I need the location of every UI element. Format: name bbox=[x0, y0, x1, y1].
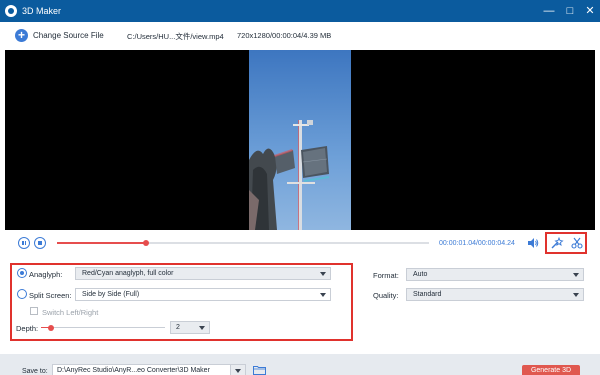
split-screen-select-value: Side by Side (Full) bbox=[82, 291, 140, 298]
anaglyph-label: Anaglyph: bbox=[29, 270, 63, 279]
scissors-icon[interactable] bbox=[570, 237, 584, 249]
folder-icon[interactable] bbox=[253, 365, 266, 375]
switch-left-right-label: Switch Left/Right bbox=[42, 308, 99, 317]
app-logo-icon bbox=[5, 5, 17, 17]
chevron-down-icon bbox=[573, 293, 579, 297]
save-path-field[interactable]: D:\AnyRec Studio\AnyR...eo Converter\3D … bbox=[52, 364, 232, 375]
anaglyph-select[interactable]: Red/Cyan anaglyph, full color bbox=[75, 267, 331, 280]
pause-icon[interactable] bbox=[18, 237, 30, 249]
depth-slider-handle[interactable] bbox=[47, 324, 54, 331]
change-source-button[interactable]: Change Source File bbox=[33, 31, 104, 40]
timeline-progress bbox=[57, 242, 147, 244]
minimize-icon[interactable]: — bbox=[541, 3, 557, 19]
quality-label: Quality: bbox=[373, 291, 399, 300]
video-preview bbox=[5, 50, 595, 230]
chevron-down-icon bbox=[573, 273, 579, 277]
save-to-label: Save to: bbox=[22, 368, 48, 375]
video-frame bbox=[249, 50, 351, 230]
chevron-down-icon bbox=[199, 326, 205, 330]
source-row: + Change Source File C:/Users/HU...文件/vi… bbox=[0, 22, 600, 50]
format-label: Format: bbox=[373, 271, 399, 280]
depth-label: Depth: bbox=[16, 324, 39, 333]
maximize-icon[interactable]: □ bbox=[562, 3, 578, 19]
volume-icon[interactable] bbox=[527, 238, 539, 248]
source-path: C:/Users/HU...文件/view.mp4 bbox=[127, 32, 224, 41]
anaglyph-select-value: Red/Cyan anaglyph, full color bbox=[82, 270, 174, 277]
chevron-down-icon bbox=[320, 272, 326, 276]
quality-select[interactable]: Standard bbox=[406, 288, 584, 301]
depth-select[interactable]: 2 bbox=[170, 321, 210, 334]
stop-icon[interactable] bbox=[34, 237, 46, 249]
title-bar: 3D Maker — □ ✕ bbox=[0, 0, 600, 22]
playback-controls: 00:00:01.04/00:00:04.24 bbox=[0, 230, 600, 256]
timeline-slider[interactable] bbox=[57, 240, 429, 246]
anaglyph-radio[interactable] bbox=[17, 268, 27, 278]
add-source-icon[interactable]: + bbox=[15, 29, 28, 42]
depth-value: 2 bbox=[176, 324, 180, 331]
format-select-value: Auto bbox=[413, 271, 428, 278]
effect-wand-icon[interactable] bbox=[550, 237, 564, 249]
source-meta: 720x1280/00:00:04/4.39 MB bbox=[237, 31, 332, 40]
split-screen-radio[interactable] bbox=[17, 289, 27, 299]
save-path-dropdown[interactable] bbox=[230, 364, 246, 375]
time-readout: 00:00:01.04/00:00:04.24 bbox=[439, 240, 515, 247]
format-select[interactable]: Auto bbox=[406, 268, 584, 281]
chevron-down-icon bbox=[235, 369, 241, 373]
timeline-handle[interactable] bbox=[143, 240, 150, 246]
depth-slider[interactable] bbox=[41, 324, 165, 331]
generate-3d-button[interactable]: Generate 3D bbox=[522, 365, 580, 375]
chevron-down-icon bbox=[320, 293, 326, 297]
split-screen-label: Split Screen: bbox=[29, 291, 72, 300]
switch-left-right-checkbox[interactable] bbox=[30, 307, 38, 315]
quality-select-value: Standard bbox=[413, 291, 442, 298]
edit-tools-highlight bbox=[545, 232, 587, 254]
window-title: 3D Maker bbox=[22, 6, 62, 16]
split-screen-select[interactable]: Side by Side (Full) bbox=[75, 288, 331, 301]
close-icon[interactable]: ✕ bbox=[582, 3, 598, 19]
